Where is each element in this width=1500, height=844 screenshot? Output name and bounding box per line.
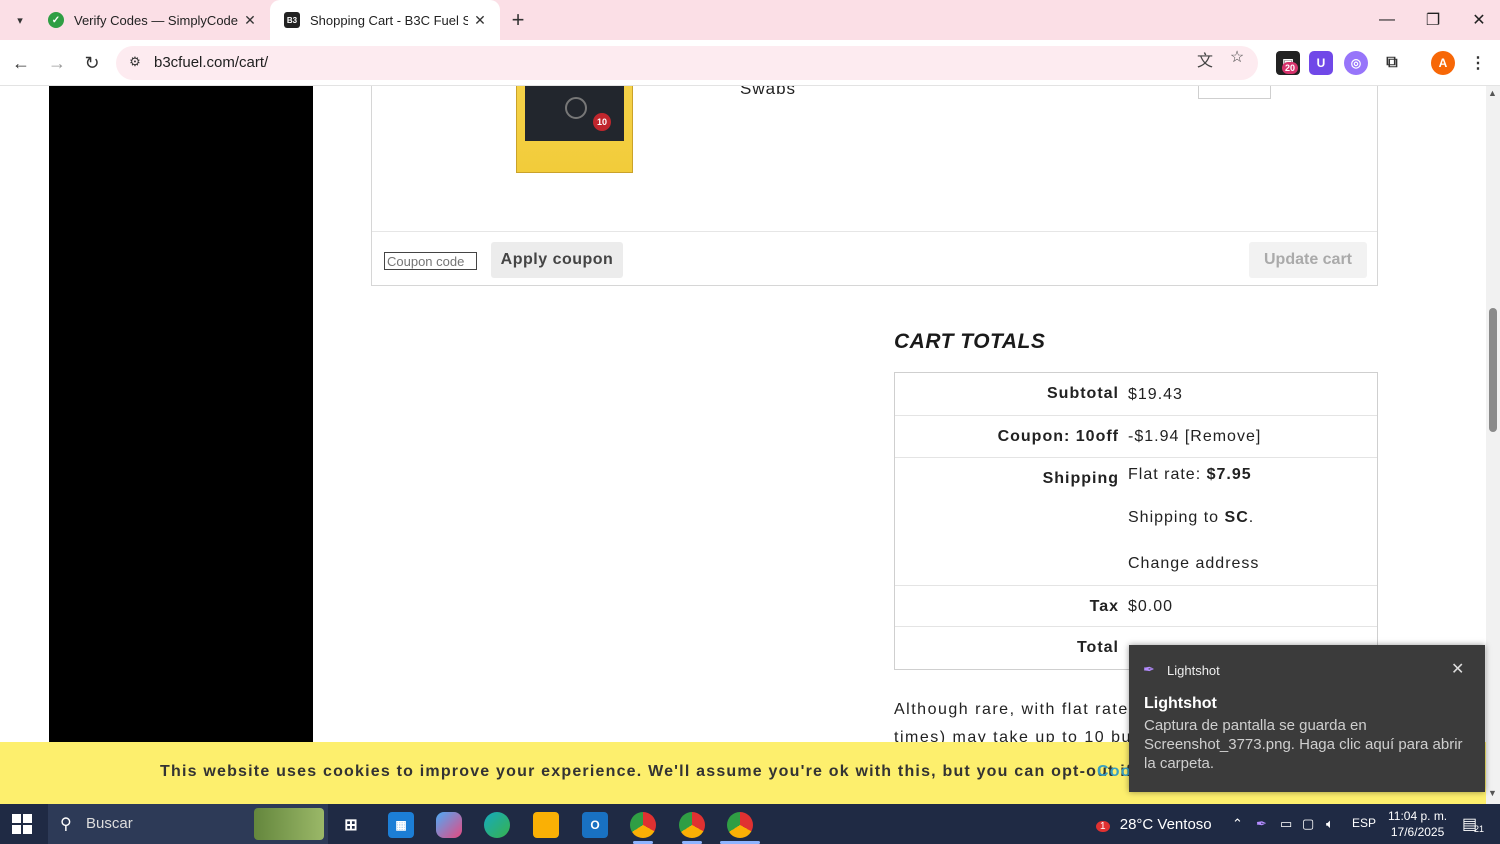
page-scrollbar[interactable]: ▲ ▼ [1486, 86, 1500, 804]
coupon-code-input[interactable] [384, 252, 477, 270]
chrome-profile-a-icon[interactable] [727, 812, 753, 838]
subtotal-row: Subtotal $19.43 [895, 373, 1377, 416]
cart-table: ✕ 10 Swabs 1 ⌄ Apply coupon Update cart [371, 86, 1378, 286]
scroll-up-icon[interactable]: ▲ [1488, 88, 1497, 98]
tab-shopping-cart[interactable]: B3 Shopping Cart - B3C Fuel Soluti ✕ [270, 0, 500, 40]
bookmark-star-icon[interactable]: ☆ [1226, 47, 1248, 69]
scroll-down-icon[interactable]: ▼ [1488, 788, 1497, 798]
menu-kebab-icon[interactable]: ⋮ [1466, 51, 1490, 75]
meet-icon[interactable]: ▭ [1280, 816, 1292, 832]
weather-widget[interactable]: 1 28°C Ventoso [1096, 816, 1212, 833]
language-indicator[interactable]: ESP [1352, 816, 1376, 830]
task-view-icon[interactable]: ⊞ [338, 812, 364, 838]
cookie-settings-link[interactable]: Coo [1097, 763, 1132, 781]
notification-app-name: Lightshot [1167, 663, 1220, 678]
windows-start-icon[interactable] [12, 814, 32, 834]
close-tab-icon[interactable]: ✕ [238, 12, 262, 29]
chrome-icon[interactable] [679, 812, 705, 838]
browser-toolbar: ← → ↻ ⚙ b3cfuel.com/cart/ 文 ☆ ▣ 20 U ◎ ⧉… [0, 40, 1500, 86]
weather-alert-badge: 1 [1096, 821, 1110, 832]
coupon-row: Coupon: 10off -$1.94 [Remove] [895, 416, 1377, 458]
product-name[interactable]: Swabs [740, 86, 796, 99]
profile-avatar[interactable]: A [1431, 51, 1455, 75]
chevron-up-icon[interactable]: ⌃ [1232, 816, 1243, 832]
tab-title: Shopping Cart - B3C Fuel Soluti [310, 12, 468, 28]
site-info-icon[interactable]: ⚙ [126, 54, 144, 72]
tax-row: Tax $0.00 [895, 586, 1377, 627]
maximize-button[interactable]: ❐ [1410, 0, 1456, 40]
product-image[interactable]: 10 [516, 86, 633, 173]
windows-taskbar: ⚲ Buscar ⊞ ▦ O 1 28°C Ventoso ⌃ ✒ ▭ ▢ 🔈︎… [0, 804, 1500, 844]
edge-icon[interactable] [484, 812, 510, 838]
extensions-puzzle-icon[interactable]: ⧉ [1380, 51, 1404, 75]
left-banner [49, 86, 313, 804]
file-explorer-icon[interactable] [533, 812, 559, 838]
tab-simplycodes[interactable]: ✓ Verify Codes — SimplyCodes ✕ [34, 0, 270, 40]
forward-button[interactable]: → [43, 49, 71, 77]
simplycodes-icon: ✓ [48, 12, 64, 28]
apply-coupon-button[interactable]: Apply coupon [491, 242, 623, 278]
lightshot-tray-icon[interactable]: ✒ [1256, 816, 1267, 832]
quantity-select[interactable]: 1 ⌄ [1198, 86, 1271, 99]
extension-badge: 20 [1282, 62, 1299, 74]
shield-extension-icon[interactable]: U [1309, 51, 1333, 75]
scrollbar-thumb[interactable] [1489, 308, 1497, 432]
address-bar[interactable]: ⚙ b3cfuel.com/cart/ [116, 46, 1258, 80]
cookie-message: This website uses cookies to improve you… [160, 763, 1222, 780]
lightshot-feather-icon: ✒ [1143, 661, 1155, 677]
taskbar-clock[interactable]: 11:04 p. m. 17/6/2025 [1388, 808, 1447, 840]
close-tab-icon[interactable]: ✕ [468, 12, 492, 29]
lightshot-notification[interactable]: ✒ Lightshot ✕ Lightshot Captura de panta… [1129, 645, 1485, 792]
reload-button[interactable]: ↻ [78, 49, 106, 77]
volume-icon[interactable]: 🔈︎ [1326, 816, 1334, 832]
cart-totals-heading: CART TOTALS [894, 330, 1046, 353]
update-cart-button[interactable]: Update cart [1249, 242, 1367, 278]
change-address-link[interactable]: Change address [1128, 555, 1259, 573]
extension-icon[interactable]: ◎ [1344, 51, 1368, 75]
outlook-icon[interactable]: O [582, 812, 608, 838]
translate-icon[interactable]: 文 [1194, 47, 1216, 70]
tab-title: Verify Codes — SimplyCodes [74, 12, 238, 28]
chrome-profile-m-icon[interactable] [630, 812, 656, 838]
close-notification-icon[interactable]: ✕ [1451, 659, 1464, 679]
network-icon[interactable]: ▢ [1302, 816, 1314, 832]
search-highlight-image [254, 808, 324, 840]
notification-heading: Lightshot [1144, 695, 1217, 712]
minimize-button[interactable]: — [1364, 0, 1410, 40]
copilot-icon[interactable] [436, 812, 462, 838]
search-icon: ⚲ [60, 816, 72, 833]
back-button[interactable]: ← [7, 49, 35, 77]
notification-body[interactable]: Captura de pantalla se guarda en Screens… [1144, 716, 1474, 773]
b3c-icon: B3 [284, 12, 300, 28]
store-icon[interactable]: ▦ [388, 812, 414, 838]
taskbar-search[interactable]: ⚲ Buscar [48, 804, 328, 844]
url-text: b3cfuel.com/cart/ [154, 54, 269, 71]
tab-strip: ▾ ✓ Verify Codes — SimplyCodes ✕ B3 Shop… [0, 0, 1500, 40]
cart-totals-table: Subtotal $19.43 Coupon: 10off -$1.94 [Re… [894, 372, 1378, 670]
new-tab-button[interactable]: + [506, 6, 530, 34]
notification-center-icon[interactable]: ▤ 21 [1462, 814, 1484, 834]
tab-search-icon[interactable]: ▾ [8, 8, 32, 32]
shipping-row: Shipping Flat rate: $7.95 Shipping to SC… [895, 458, 1377, 586]
remove-coupon-link[interactable]: [Remove] [1185, 428, 1261, 445]
close-window-button[interactable]: ✕ [1456, 0, 1500, 40]
